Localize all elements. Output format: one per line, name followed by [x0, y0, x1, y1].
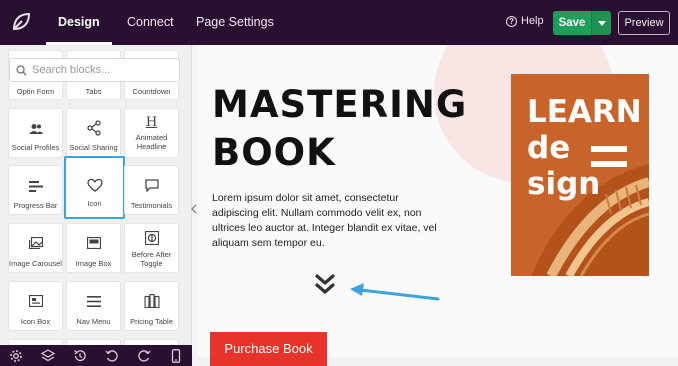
landing-page-section[interactable]: MASTERING BOOK Lorem ipsum dolor sit ame…: [198, 45, 678, 357]
headline-line: BOOK: [212, 131, 336, 174]
tab-design[interactable]: Design: [46, 0, 112, 45]
blocks-sidebar: Optin Form Tabs Countdown Social Profile…: [0, 45, 192, 345]
preview-button[interactable]: Preview: [618, 11, 670, 35]
block-progress-bar[interactable]: Progress Bar: [8, 165, 63, 215]
book-cover-bars: [591, 146, 627, 176]
history-icon[interactable]: [73, 349, 87, 363]
help-label: Help: [521, 15, 544, 27]
block-label: Testimonials: [130, 201, 173, 210]
block-label: Image Box: [75, 259, 112, 268]
block-label: Image Carousel: [9, 259, 62, 268]
block-label: Social Profiles: [11, 143, 60, 152]
block-pricing-table[interactable]: Pricing Table: [124, 281, 179, 331]
block-nav-menu[interactable]: Nav Menu: [66, 281, 121, 331]
before-after-icon: [144, 231, 159, 245]
tab-connect[interactable]: Connect: [127, 0, 174, 45]
pricing-table-icon: [144, 294, 159, 308]
page-headline[interactable]: MASTERING BOOK: [212, 81, 467, 177]
book-cover-image[interactable]: LEARN de sign: [511, 74, 649, 276]
block-icon-box[interactable]: Icon Box: [8, 281, 63, 331]
block-label: Optin Form: [16, 87, 55, 96]
seedprod-logo-icon[interactable]: [10, 11, 32, 33]
bottom-toolbar: [0, 345, 192, 366]
block-image-box[interactable]: Image Box: [66, 223, 121, 273]
layers-icon[interactable]: [41, 348, 55, 363]
settings-gear-icon[interactable]: [9, 349, 23, 363]
icon-box-icon: [28, 295, 43, 307]
block-social-profiles[interactable]: Social Profiles: [8, 108, 63, 158]
hamburger-menu-icon: [86, 296, 101, 307]
block-label: Icon Box: [20, 317, 51, 326]
redo-icon[interactable]: [137, 349, 151, 363]
block-label: Progress Bar: [13, 201, 58, 210]
tab-page-settings[interactable]: Page Settings: [196, 0, 274, 45]
save-button[interactable]: Save: [553, 11, 591, 35]
speech-bubble-icon: [144, 179, 159, 192]
purchase-book-button[interactable]: Purchase Book: [210, 332, 327, 366]
share-icon: [86, 120, 101, 136]
block-social-sharing[interactable]: Social Sharing: [66, 108, 121, 158]
block-label: Pricing Table: [130, 317, 173, 326]
image-box-icon: [86, 237, 101, 249]
search-input[interactable]: [32, 64, 172, 76]
progress-bar-icon: [28, 181, 43, 192]
search-icon: [16, 64, 27, 76]
block-testimonials[interactable]: Testimonials: [124, 165, 179, 215]
help-icon: ?: [506, 15, 517, 27]
heart-icon: [87, 179, 102, 192]
block-animated-headline[interactable]: H Animated Headline: [124, 108, 179, 158]
block-search[interactable]: [9, 58, 180, 82]
heading-icon: H: [145, 115, 158, 130]
headline-line: MASTERING: [212, 83, 468, 126]
body-paragraph[interactable]: Lorem ipsum dolor sit amet, consectetur …: [212, 191, 444, 251]
help-link[interactable]: ? Help: [506, 15, 544, 27]
block-label: Social Sharing: [69, 143, 118, 152]
block-label: Countdown: [132, 87, 171, 96]
page-canvas: MASTERING BOOK Lorem ipsum dolor sit ame…: [198, 45, 678, 366]
block-label: Tabs: [85, 87, 102, 96]
collapse-sidebar-chevron-left-icon[interactable]: [190, 200, 198, 218]
block-before-after-toggle[interactable]: Before After Toggle: [124, 223, 179, 273]
image-carousel-icon: [28, 237, 43, 249]
mobile-preview-icon[interactable]: [169, 348, 183, 363]
block-label: Before After Toggle: [131, 250, 172, 268]
save-options-dropdown[interactable]: [591, 11, 611, 35]
block-image-carousel[interactable]: Image Carousel: [8, 223, 63, 273]
block-label: Icon: [87, 199, 102, 208]
top-bar: Design Connect Page Settings ? Help Save…: [0, 0, 678, 45]
pointer-arrow-icon: [350, 283, 440, 301]
double-chevron-down-icon[interactable]: [314, 273, 336, 297]
undo-icon[interactable]: [105, 349, 119, 363]
block-label: Animated Headline: [135, 133, 168, 151]
users-icon: [28, 124, 43, 134]
book-title-line: LEARN: [527, 94, 642, 130]
block-icon[interactable]: Icon: [64, 156, 125, 219]
block-label: Nav Menu: [76, 317, 111, 326]
